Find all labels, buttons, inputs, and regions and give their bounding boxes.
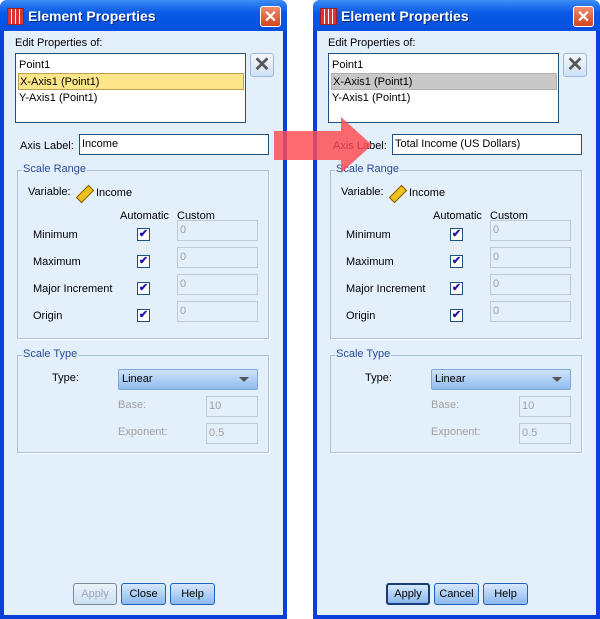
transition-arrow [274, 117, 372, 173]
right-arrow-icon [274, 117, 372, 173]
